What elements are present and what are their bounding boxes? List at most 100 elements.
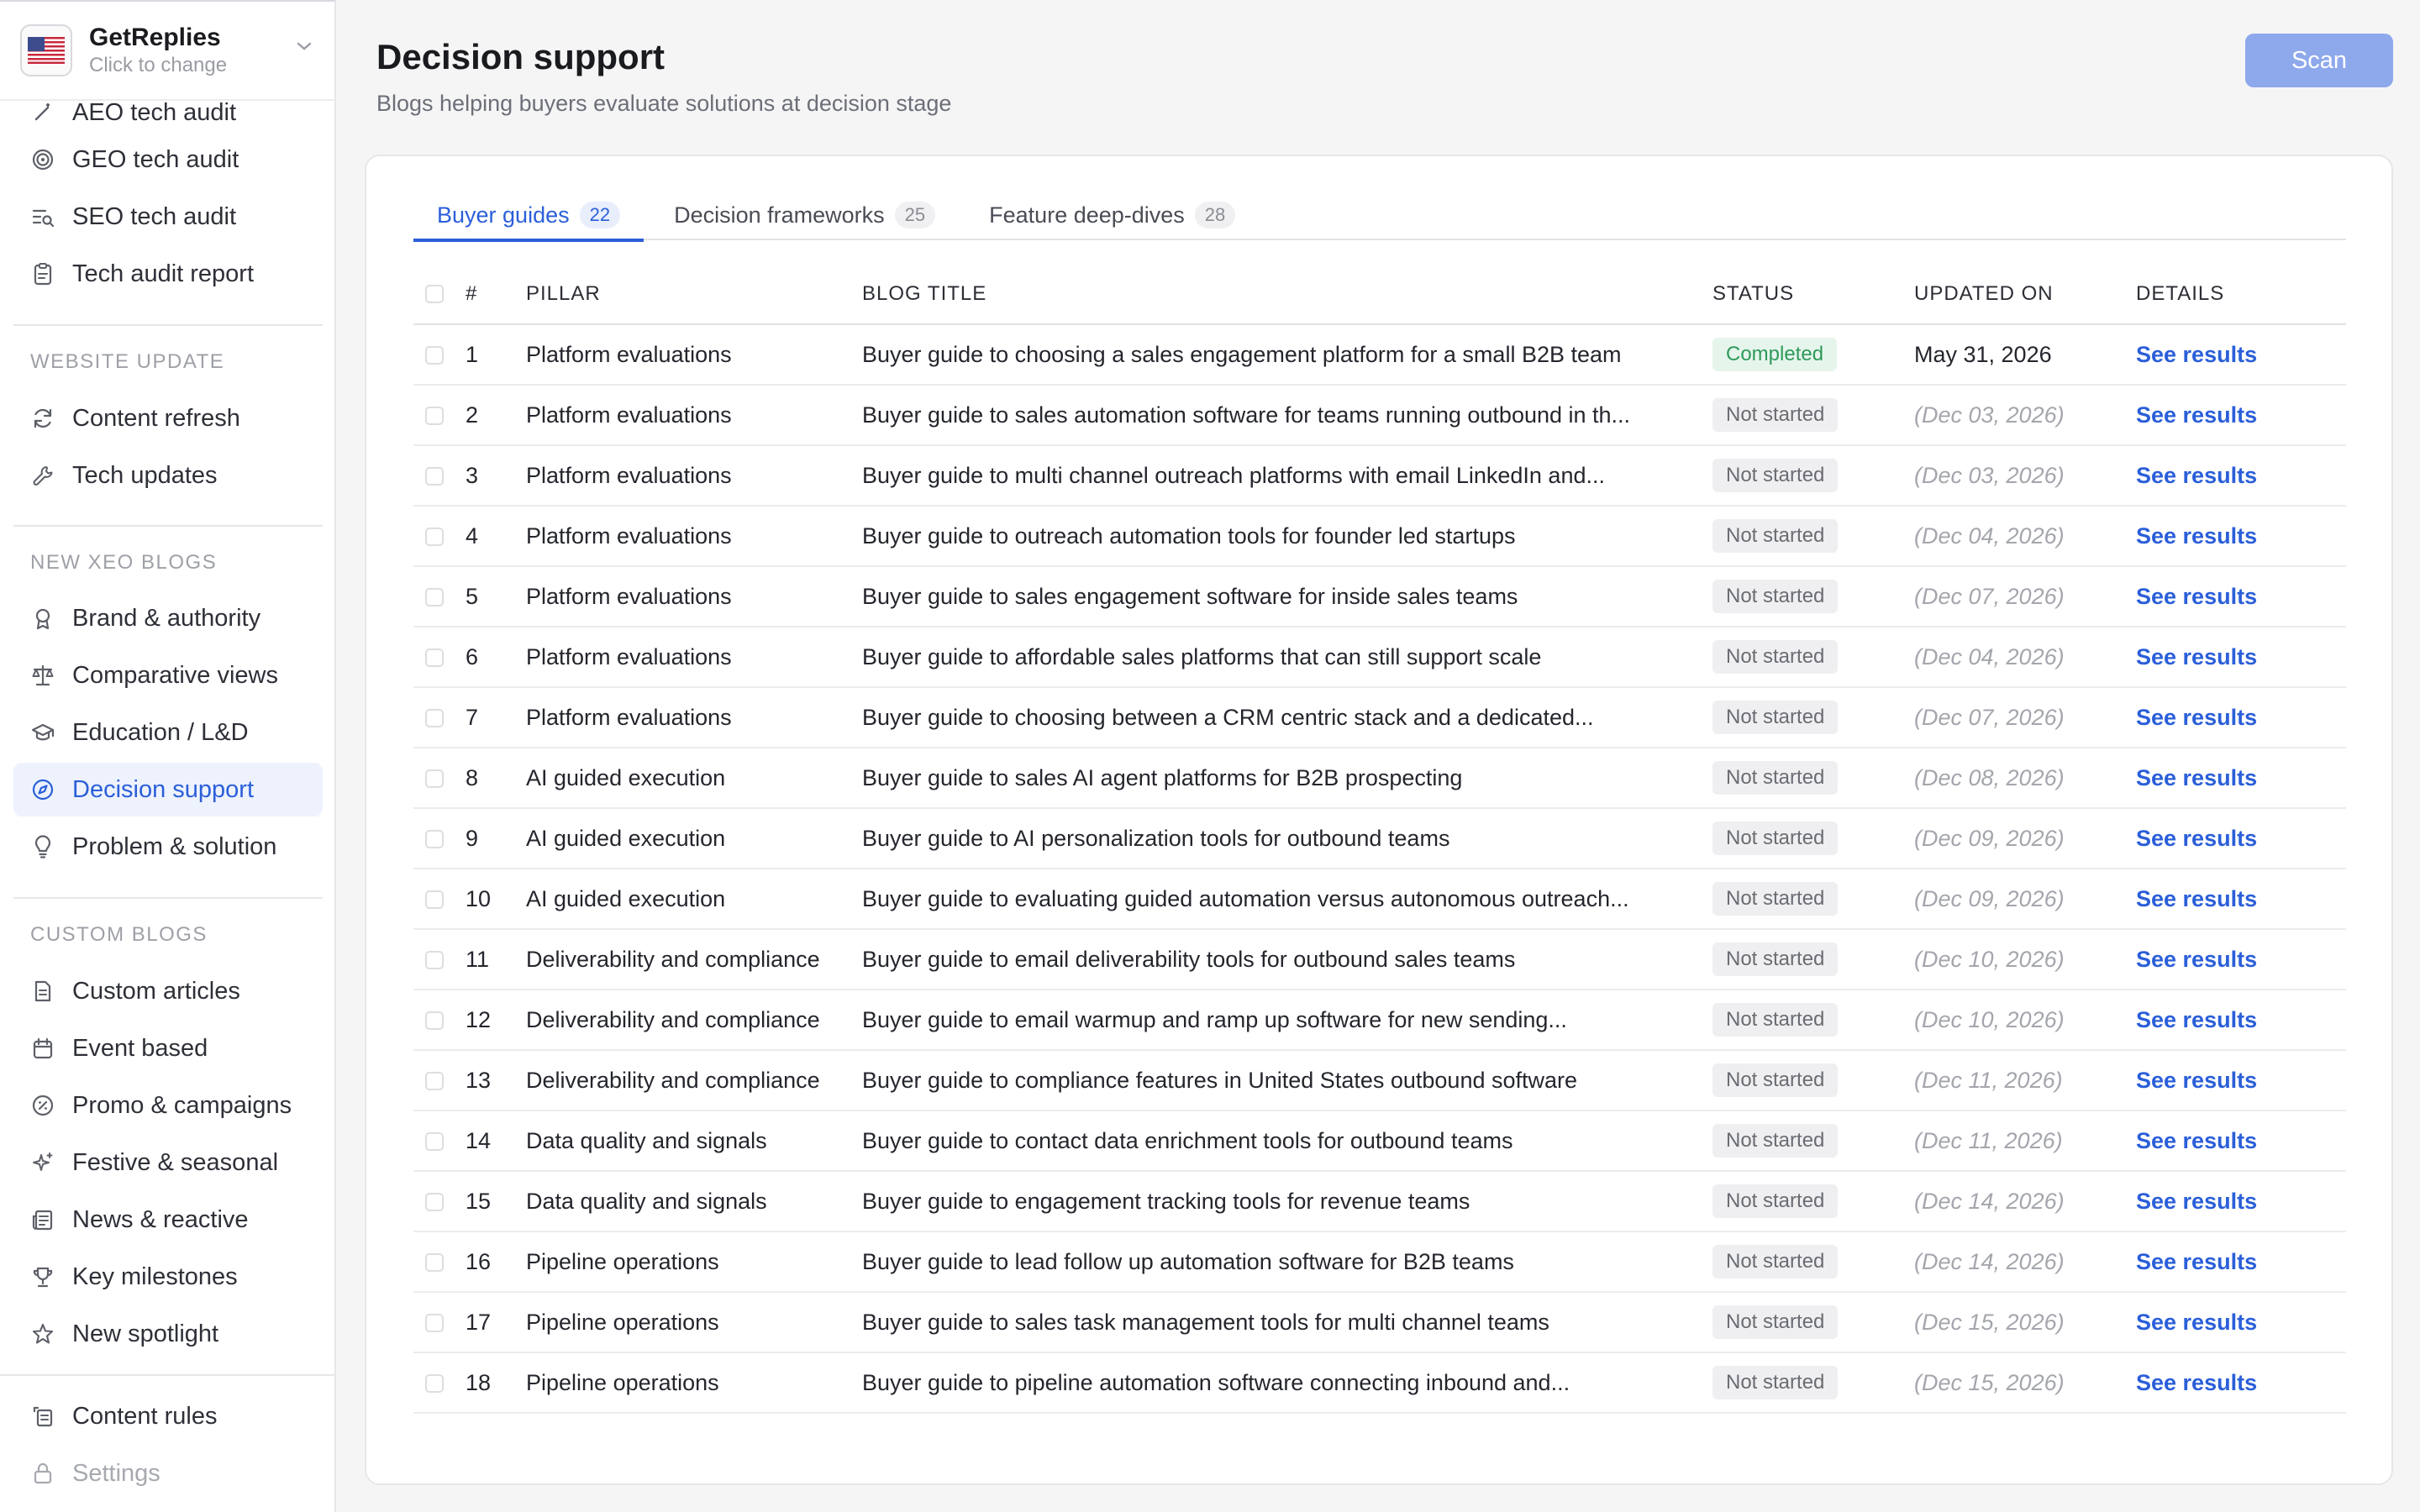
tab-decision-frameworks[interactable]: Decision frameworks 25 — [650, 190, 959, 240]
sidebar-item-tech-updates[interactable]: Tech updates — [13, 449, 323, 502]
row-checkbox[interactable] — [425, 1314, 444, 1333]
award-icon — [30, 606, 55, 631]
row-checkbox[interactable] — [425, 1374, 444, 1394]
sidebar-item-content-rules[interactable]: Content rules — [13, 1389, 323, 1443]
sidebar-divider — [13, 324, 323, 326]
column-header-blog-title[interactable]: BLOG TITLE — [862, 264, 1712, 325]
see-results-link[interactable]: See results — [2136, 463, 2257, 488]
row-checkbox[interactable] — [425, 346, 444, 365]
sidebar-item-label: New spotlight — [72, 1320, 219, 1347]
workspace-switcher[interactable]: GetReplies Click to change — [0, 2, 334, 101]
sidebar-item-label: Promo & campaigns — [72, 1091, 292, 1119]
row-updated-on: (Dec 15, 2026) — [1914, 1352, 2136, 1414]
table-row: 4 Platform evaluations Buyer guide to outr… — [413, 506, 2346, 567]
tab-buyer-guides[interactable]: Buyer guides 22 — [413, 190, 644, 242]
table-body: 1 Platform evaluations Buyer guide to choo… — [413, 324, 2346, 1414]
row-checkbox[interactable] — [425, 1253, 444, 1273]
row-select-cell — [413, 627, 466, 688]
column-header-status[interactable]: STATUS — [1712, 264, 1914, 325]
row-checkbox[interactable] — [425, 1072, 444, 1091]
lightbulb-icon — [30, 834, 55, 859]
sidebar-item-education-ld[interactable]: Education / L&D — [13, 706, 323, 759]
row-checkbox[interactable] — [425, 528, 444, 547]
scan-button[interactable]: Scan — [2245, 34, 2393, 87]
row-checkbox[interactable] — [425, 890, 444, 910]
see-results-link[interactable]: See results — [2136, 1068, 2257, 1093]
sidebar-item-festive-seasonal[interactable]: Festive & seasonal — [13, 1136, 323, 1189]
see-results-link[interactable]: See results — [2136, 765, 2257, 790]
workspace-sub: Click to change — [89, 54, 228, 76]
tab-count-badge: 25 — [894, 202, 936, 228]
row-status-cell: Not started — [1712, 869, 1914, 930]
row-blog-title: Buyer guide to multi channel outreach pl… — [862, 445, 1712, 507]
row-pillar: Data quality and signals — [526, 1171, 862, 1232]
row-checkbox[interactable] — [425, 709, 444, 728]
see-results-link[interactable]: See results — [2136, 1370, 2257, 1395]
sidebar-item-news-reactive[interactable]: News & reactive — [13, 1193, 323, 1247]
row-checkbox[interactable] — [425, 951, 444, 970]
blogs-table: # PILLAR BLOG TITLE STATUS UPDATED ON DE… — [413, 264, 2346, 1414]
row-details-cell: See results — [2136, 506, 2346, 567]
see-results-link[interactable]: See results — [2136, 1128, 2257, 1153]
sidebar-item-tech-audit-report[interactable]: Tech audit report — [13, 247, 323, 301]
see-results-link[interactable]: See results — [2136, 584, 2257, 609]
table-row: 6 Platform evaluations Buyer guide to affo… — [413, 627, 2346, 688]
row-blog-title: Buyer guide to email warmup and ramp up … — [862, 990, 1712, 1051]
wrench-icon — [30, 463, 55, 488]
sidebar-item-promo-campaigns[interactable]: Promo & campaigns — [13, 1079, 323, 1132]
row-checkbox[interactable] — [425, 1193, 444, 1212]
see-results-link[interactable]: See results — [2136, 1249, 2257, 1274]
sidebar-item-decision-support[interactable]: Decision support — [13, 763, 323, 816]
see-results-link[interactable]: See results — [2136, 947, 2257, 972]
column-header-updated-on[interactable]: UPDATED ON — [1914, 264, 2136, 325]
sidebar-item-settings[interactable]: Settings — [13, 1446, 323, 1500]
select-all-checkbox[interactable] — [425, 285, 444, 304]
row-number: 11 — [466, 929, 526, 990]
row-details-cell: See results — [2136, 627, 2346, 688]
sidebar-item-seo-tech-audit[interactable]: SEO tech audit — [13, 190, 323, 244]
see-results-link[interactable]: See results — [2136, 342, 2257, 367]
see-results-link[interactable]: See results — [2136, 886, 2257, 911]
see-results-link[interactable]: See results — [2136, 1189, 2257, 1214]
row-checkbox[interactable] — [425, 407, 444, 426]
see-results-link[interactable]: See results — [2136, 705, 2257, 730]
see-results-link[interactable]: See results — [2136, 402, 2257, 428]
status-badge: Completed — [1712, 338, 1838, 371]
see-results-link[interactable]: See results — [2136, 1007, 2257, 1032]
sidebar-item-label: Problem & solution — [72, 832, 277, 860]
see-results-link[interactable]: See results — [2136, 826, 2257, 851]
lock-icon — [30, 1461, 55, 1486]
sidebar-item-content-refresh[interactable]: Content refresh — [13, 391, 323, 445]
column-header-number: # — [466, 264, 526, 325]
sidebar-item-label: Comparative views — [72, 661, 278, 689]
row-checkbox[interactable] — [425, 769, 444, 789]
row-number: 1 — [466, 324, 526, 386]
table-row: 8 AI guided execution Buyer guide to sales… — [413, 748, 2346, 809]
target-icon — [30, 147, 55, 172]
row-blog-title: Buyer guide to affordable sales platform… — [862, 627, 1712, 688]
sidebar-item-problem-solution[interactable]: Problem & solution — [13, 820, 323, 874]
sidebar-item-comparative-views[interactable]: Comparative views — [13, 648, 323, 702]
column-header-details: DETAILS — [2136, 264, 2346, 325]
sidebar-item-brand-authority[interactable]: Brand & authority — [13, 591, 323, 645]
row-checkbox[interactable] — [425, 648, 444, 668]
sidebar-item-event-based[interactable]: Event based — [13, 1021, 323, 1075]
see-results-link[interactable]: See results — [2136, 1310, 2257, 1335]
sidebar-item-custom-articles[interactable]: Custom articles — [13, 964, 323, 1018]
sidebar-item-geo-tech-audit[interactable]: GEO tech audit — [13, 133, 323, 186]
tab-feature-deep-dives[interactable]: Feature deep-dives 28 — [965, 190, 1259, 240]
see-results-link[interactable]: See results — [2136, 644, 2257, 669]
row-pillar: Platform evaluations — [526, 506, 862, 567]
see-results-link[interactable]: See results — [2136, 523, 2257, 549]
sidebar-item-new-spotlight[interactable]: New spotlight — [13, 1307, 323, 1361]
sidebar-item-label: SEO tech audit — [72, 202, 237, 230]
row-checkbox[interactable] — [425, 1011, 444, 1031]
row-checkbox[interactable] — [425, 830, 444, 849]
sidebar-item-label: AEO tech audit — [72, 98, 237, 126]
row-checkbox[interactable] — [425, 1132, 444, 1152]
row-select-cell — [413, 385, 466, 446]
row-checkbox[interactable] — [425, 588, 444, 607]
sidebar-item-key-milestones[interactable]: Key milestones — [13, 1250, 323, 1304]
column-header-pillar[interactable]: PILLAR — [526, 264, 862, 325]
row-checkbox[interactable] — [425, 467, 444, 486]
